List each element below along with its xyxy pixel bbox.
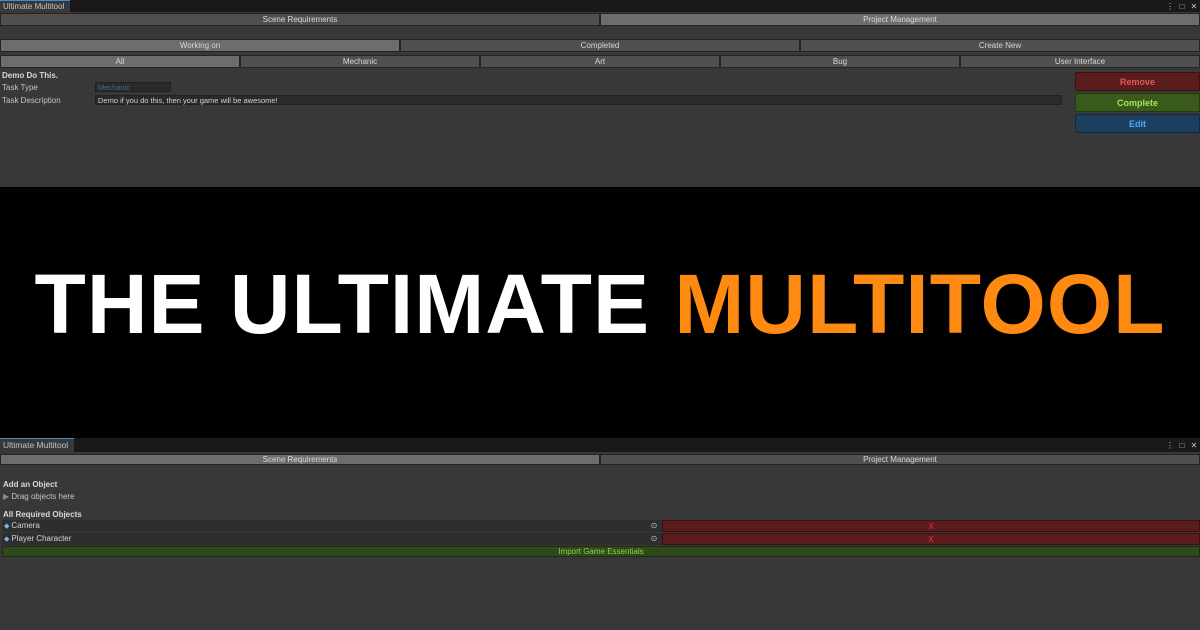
remove-button[interactable]: Remove xyxy=(1075,72,1200,91)
window-titlebar: Ultimate Multitool ⋮ □ ✕ xyxy=(0,0,1200,12)
object-name: Player Character xyxy=(11,534,72,543)
filter-tab-bar: All Mechanic Art Bug User Interface xyxy=(0,55,1200,68)
tab-completed[interactable]: Completed xyxy=(400,39,800,52)
edit-button[interactable]: Edit xyxy=(1075,114,1200,133)
task-title: Demo Do This. xyxy=(2,71,59,80)
add-object-heading: Add an Object xyxy=(3,480,58,489)
list-item: ◆ Player Character ⊙ X xyxy=(2,533,1200,545)
drag-hint: Drag objects here xyxy=(11,492,75,501)
main-tab-bar: Scene Requirements Project Management xyxy=(0,454,1200,465)
tab-working-on[interactable]: Working on xyxy=(0,39,400,52)
main-tab-bar: Scene Requirements Project Management xyxy=(0,13,1200,26)
tab-scene-requirements[interactable]: Scene Requirements xyxy=(0,454,600,465)
filter-mechanic[interactable]: Mechanic xyxy=(240,55,480,68)
top-editor-window: Ultimate Multitool ⋮ □ ✕ Scene Requireme… xyxy=(0,0,1200,187)
maximize-icon[interactable]: □ xyxy=(1178,2,1186,11)
status-tab-bar: Working on Completed Create New xyxy=(0,39,1200,52)
remove-object-button[interactable]: X xyxy=(662,520,1200,532)
close-icon[interactable]: ✕ xyxy=(1190,441,1198,450)
object-picker-icon[interactable]: ⊙ xyxy=(649,521,659,531)
close-icon[interactable]: ✕ xyxy=(1190,2,1198,11)
bottom-editor-window: Ultimate Multitool ⋮ □ ✕ Scene Requireme… xyxy=(0,438,1200,630)
tab-create-new[interactable]: Create New xyxy=(800,39,1200,52)
remove-object-button[interactable]: X xyxy=(662,533,1200,545)
list-item: ◆ Camera ⊙ X xyxy=(2,520,1200,532)
task-type-field[interactable]: Mechanic xyxy=(95,82,171,92)
object-name: Camera xyxy=(11,521,40,530)
filter-user-interface[interactable]: User Interface xyxy=(960,55,1200,68)
task-description-field[interactable]: Demo if you do this, then your game will… xyxy=(95,95,1062,105)
more-options-icon[interactable]: ⋮ xyxy=(1166,2,1174,11)
task-type-label: Task Type xyxy=(2,83,38,92)
required-objects-heading: All Required Objects xyxy=(3,510,82,519)
task-description-label: Task Description xyxy=(2,96,61,105)
gameobject-icon: ◆ xyxy=(4,536,10,543)
filter-art[interactable]: Art xyxy=(480,55,720,68)
tab-scene-requirements[interactable]: Scene Requirements xyxy=(0,13,600,26)
drop-zone[interactable]: ▶ Drag objects here xyxy=(3,492,75,501)
filter-bug[interactable]: Bug xyxy=(720,55,960,68)
tab-project-management[interactable]: Project Management xyxy=(600,13,1200,26)
filter-all[interactable]: All xyxy=(0,55,240,68)
object-field[interactable]: ◆ Player Character xyxy=(2,533,662,545)
complete-button[interactable]: Complete xyxy=(1075,93,1200,112)
tab-project-management[interactable]: Project Management xyxy=(600,454,1200,465)
import-game-essentials-button[interactable]: Import Game Essentials xyxy=(2,546,1200,557)
gameobject-icon: ◆ xyxy=(4,523,10,530)
banner-title-white: THE ULTIMATE xyxy=(34,257,675,351)
banner-title-accent: MULTITOOL xyxy=(674,257,1166,351)
object-picker-icon[interactable]: ⊙ xyxy=(649,534,659,544)
more-options-icon[interactable]: ⋮ xyxy=(1166,441,1174,450)
window-tab[interactable]: Ultimate Multitool xyxy=(0,438,75,452)
object-field[interactable]: ◆ Camera xyxy=(2,520,662,532)
window-titlebar: Ultimate Multitool ⋮ □ ✕ xyxy=(0,438,1200,452)
window-tab[interactable]: Ultimate Multitool xyxy=(0,0,71,12)
maximize-icon[interactable]: □ xyxy=(1178,441,1186,450)
banner-title: THE ULTIMATE MULTITOOL xyxy=(0,256,1200,353)
